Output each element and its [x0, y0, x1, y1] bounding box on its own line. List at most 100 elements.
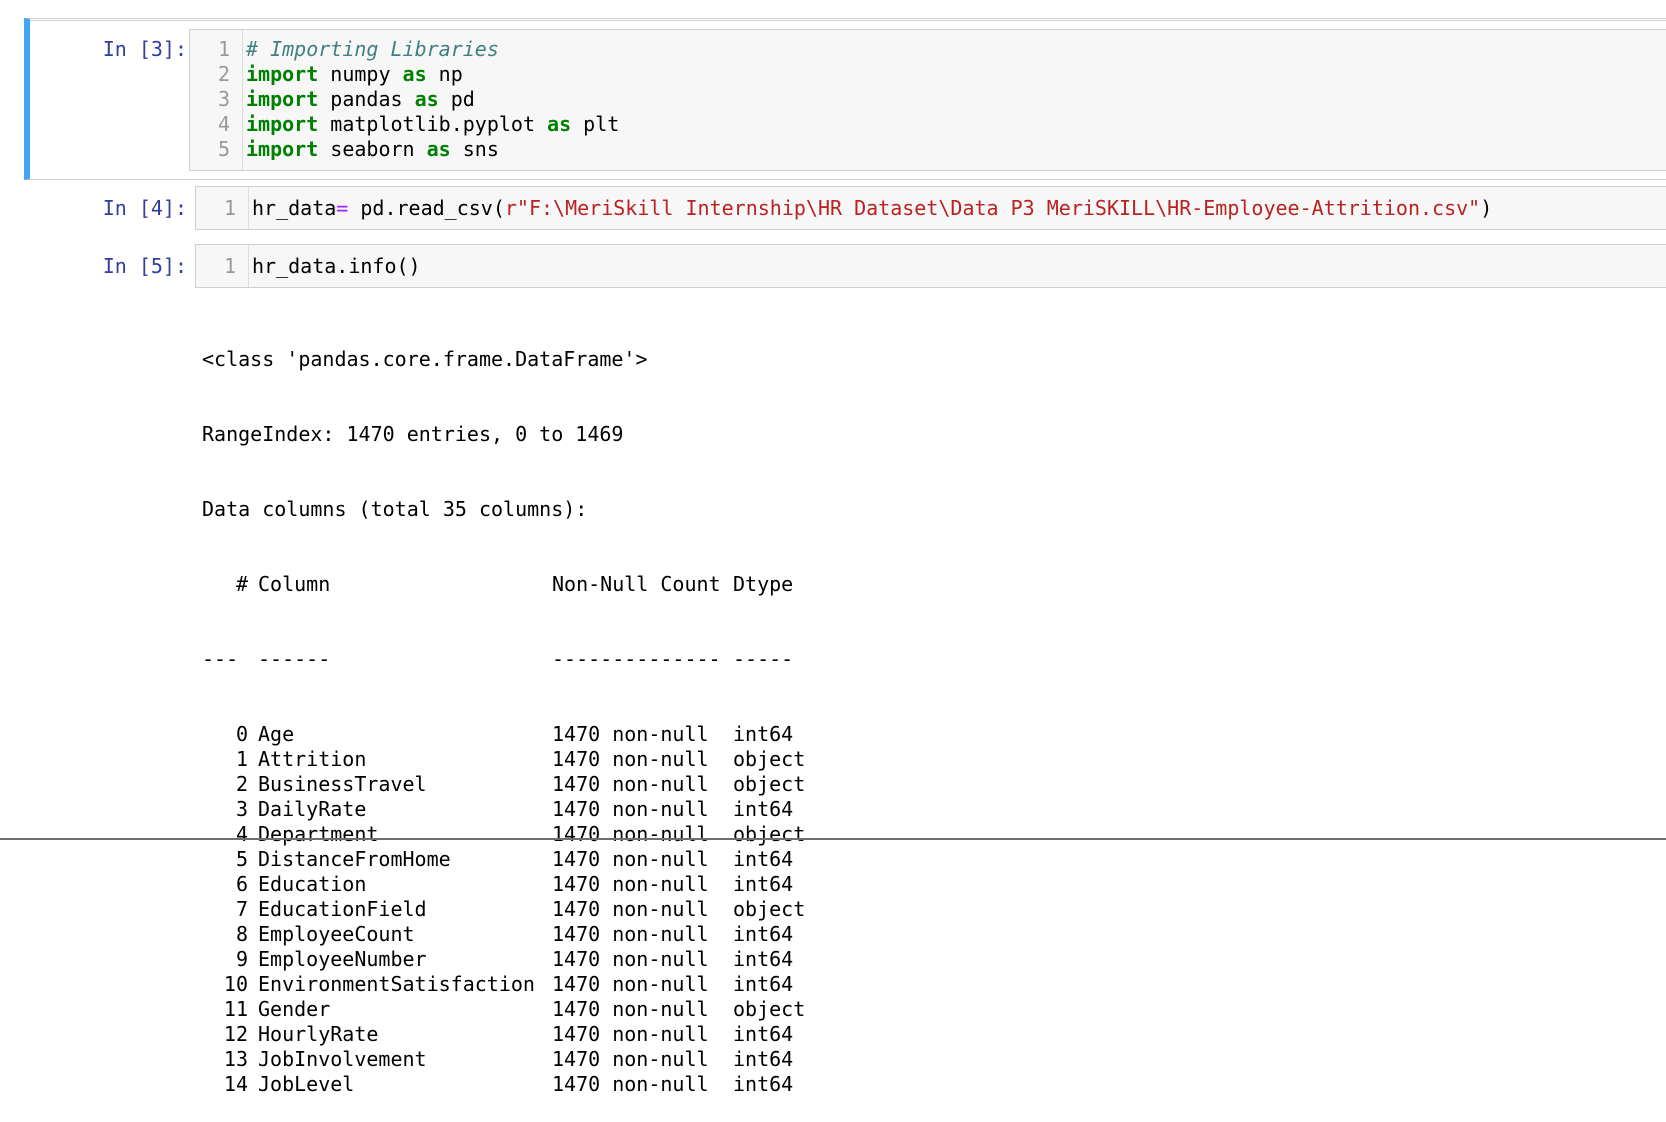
code-token: ) — [1480, 196, 1493, 220]
line-number: 1 — [217, 37, 230, 61]
output-range-index-line: RangeIndex: 1470 entries, 0 to 1469 — [202, 422, 624, 446]
row-column: EducationField — [258, 897, 427, 921]
output-row: 2 BusinessTravel 1470 non-null object — [202, 772, 1666, 797]
cell-prompt: In [4]: — [102, 196, 187, 220]
code-token: import — [246, 112, 319, 136]
sep-index: --- — [202, 647, 239, 671]
row-non-null-count: 1470 non-null — [552, 1072, 709, 1096]
row-index: 2 — [235, 772, 248, 796]
code-cell-read-csv[interactable]: In [4]: 1 hr_data= pd.read_csv(r"F:\MeriS… — [24, 186, 1666, 232]
row-dtype: object — [733, 997, 806, 1021]
row-dtype: int64 — [733, 797, 794, 821]
code-token: numpy — [318, 62, 403, 86]
row-dtype: int64 — [733, 947, 794, 971]
row-non-null-count: 1470 non-null — [552, 747, 709, 771]
row-column: DailyRate — [258, 797, 367, 821]
row-index: 9 — [235, 947, 248, 971]
output-row: 7 EducationField 1470 non-null object — [202, 897, 1666, 922]
output-row: 11 Gender 1470 non-null object — [202, 997, 1666, 1022]
row-non-null-count: 1470 non-null — [552, 922, 709, 946]
row-column: DistanceFromHome — [258, 847, 451, 871]
line-number: 4 — [217, 112, 230, 136]
line-number: 1 — [223, 254, 236, 278]
row-column: EnvironmentSatisfaction — [258, 972, 535, 996]
row-index: 10 — [223, 972, 248, 996]
row-dtype: object — [733, 747, 806, 771]
output-row: 8 EmployeeCount 1470 non-null int64 — [202, 922, 1666, 947]
row-column: EmployeeNumber — [258, 947, 427, 971]
row-index: 4 — [235, 822, 248, 846]
code-token: pandas — [318, 87, 415, 111]
row-index: 14 — [223, 1072, 248, 1096]
row-column: BusinessTravel — [258, 772, 427, 796]
code-editor[interactable]: 1 hr_data.info() — [195, 244, 1666, 288]
row-column: Gender — [258, 997, 331, 1021]
code-token: # Importing Libraries — [246, 37, 499, 61]
code-token: pd — [438, 87, 475, 111]
output-row: 14 JobLevel 1470 non-null int64 — [202, 1072, 1666, 1097]
output-row: 13 JobInvolvement 1470 non-null int64 — [202, 1047, 1666, 1072]
code-token: import — [246, 137, 319, 161]
output-row: 3 DailyRate 1470 non-null int64 — [202, 797, 1666, 822]
code-text: import seaborn as sns — [246, 136, 499, 162]
row-index: 11 — [223, 997, 248, 1021]
code-text: import pandas as pd — [246, 86, 475, 112]
row-index: 0 — [235, 722, 248, 746]
row-column: Education — [258, 872, 367, 896]
code-token: pd.read_csv( — [348, 196, 505, 220]
row-column: Attrition — [258, 747, 367, 771]
row-index: 7 — [235, 897, 248, 921]
code-token: as — [426, 137, 451, 161]
row-dtype: int64 — [733, 1022, 794, 1046]
output-row: 6 Education 1470 non-null int64 — [202, 872, 1666, 897]
row-dtype: int64 — [733, 847, 794, 871]
output-row: 5 DistanceFromHome 1470 non-null int64 — [202, 847, 1666, 872]
row-column: EmployeeCount — [258, 922, 415, 946]
cell-output: <class 'pandas.core.frame.DataFrame'> Ra… — [202, 297, 1666, 1122]
row-non-null-count: 1470 non-null — [552, 1022, 709, 1046]
line-number: 1 — [223, 196, 236, 220]
output-row: 10 EnvironmentSatisfaction 1470 non-null in… — [202, 972, 1666, 997]
output-table-header: # Column Non-Null Count Dtype — [202, 572, 1666, 597]
cell-prompt: In [3]: — [102, 37, 187, 61]
row-index: 13 — [223, 1047, 248, 1071]
output-class-line: <class 'pandas.core.frame.DataFrame'> — [202, 347, 648, 371]
row-dtype: object — [733, 897, 806, 921]
row-column: Age — [258, 722, 295, 746]
code-text: hr_data= pd.read_csv(r"F:\MeriSkill Inte… — [252, 195, 1492, 221]
output-data-columns-line: Data columns (total 35 columns): — [202, 497, 588, 521]
row-dtype: int64 — [733, 1072, 794, 1096]
code-token: seaborn — [318, 137, 427, 161]
row-non-null-count: 1470 non-null — [552, 797, 709, 821]
row-non-null-count: 1470 non-null — [552, 847, 709, 871]
code-token: as — [402, 62, 427, 86]
code-token: as — [547, 112, 572, 136]
line-number: 5 — [217, 137, 230, 161]
header-dtype: Dtype — [733, 572, 794, 596]
code-token: hr_data.info() — [252, 254, 421, 278]
header-non-null-count: Non-Null Count — [552, 572, 721, 596]
code-editor[interactable]: 1 # Importing Libraries 2 import numpy as n… — [189, 29, 1666, 171]
row-dtype: int64 — [733, 972, 794, 996]
code-token: plt — [571, 112, 620, 136]
code-cell-imports[interactable]: In [3]: 1 # Importing Libraries 2 import nu… — [24, 18, 1666, 180]
code-editor[interactable]: 1 hr_data= pd.read_csv(r"F:\MeriSkill Int… — [195, 186, 1666, 230]
code-text: # Importing Libraries — [246, 36, 499, 62]
row-non-null-count: 1470 non-null — [552, 722, 709, 746]
row-dtype: int64 — [733, 922, 794, 946]
row-index: 6 — [235, 872, 248, 896]
row-dtype: object — [733, 772, 806, 796]
code-token: = — [336, 196, 349, 220]
row-non-null-count: 1470 non-null — [552, 947, 709, 971]
code-cell-info[interactable]: In [5]: 1 hr_data.info() — [24, 244, 1666, 290]
row-dtype: int64 — [733, 1047, 794, 1071]
row-dtype: int64 — [733, 872, 794, 896]
code-token: import — [246, 62, 319, 86]
code-token: matplotlib.pyplot — [318, 112, 548, 136]
row-non-null-count: 1470 non-null — [552, 1047, 709, 1071]
output-row: 0 Age 1470 non-null int64 — [202, 722, 1666, 747]
code-token: np — [426, 62, 463, 86]
output-table-separator: --- ------ -------------- ----- — [202, 647, 1666, 672]
code-token: r"F:\MeriSkill Internship\HR Dataset\Dat… — [504, 196, 1481, 220]
row-column: Department — [258, 822, 379, 846]
